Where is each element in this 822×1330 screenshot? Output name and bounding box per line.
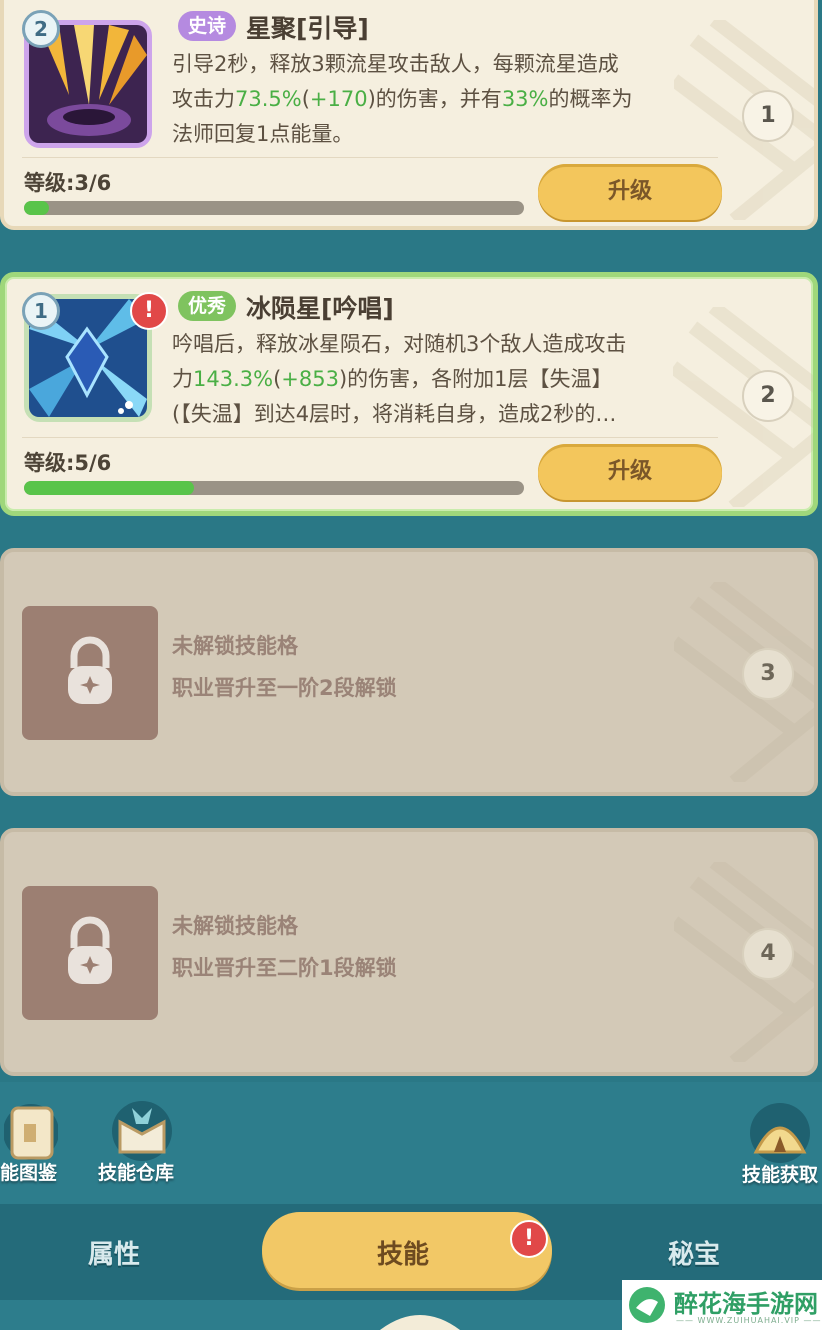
highlight-value: +853 bbox=[281, 367, 339, 391]
divider bbox=[22, 437, 718, 438]
tab-skills-label: 技能 bbox=[377, 1240, 430, 1270]
level-progress-fill bbox=[24, 481, 194, 495]
description-text: 的概率为 bbox=[548, 87, 633, 111]
level-progress-bar bbox=[24, 201, 524, 215]
lock-icon bbox=[68, 916, 112, 984]
skill-warehouse-button[interactable]: 技能仓库 bbox=[96, 1100, 192, 1190]
tab-treasure[interactable]: 秘宝 bbox=[668, 1234, 720, 1271]
skill-description: 吟唱后，释放冰星陨石，对随机3个敌人造成攻击 力143.3%(+853)的伤害，… bbox=[172, 327, 702, 432]
highlight-value: 33% bbox=[501, 87, 549, 111]
ornament-icon bbox=[380, 1315, 460, 1330]
highlight-value: +170 bbox=[309, 87, 368, 111]
level-label: 等级:3/6 bbox=[24, 171, 112, 195]
watermark-logo-icon bbox=[629, 1287, 665, 1323]
watermark-subtitle: —— WWW.ZUIHUAHAI.VIP —— bbox=[676, 1316, 822, 1325]
slot-number: 3 bbox=[742, 648, 794, 700]
slot-number: 4 bbox=[742, 928, 794, 980]
skill-order-badge: 2 bbox=[22, 10, 60, 48]
shortcut-label: 技能获取 bbox=[742, 1164, 819, 1186]
description-line: (【失温】到达4层时，将消耗自身，造成2秒的… bbox=[172, 402, 617, 426]
unlock-condition: 职业晋升至一阶2段解锁 bbox=[172, 676, 397, 700]
description-text: 力 bbox=[172, 367, 193, 391]
tent-icon bbox=[750, 1103, 810, 1163]
locked-slot-box bbox=[22, 886, 158, 1020]
highlight-value: 143.3% bbox=[193, 367, 274, 391]
locked-slot-box bbox=[22, 606, 158, 740]
level-progress-bar bbox=[24, 481, 524, 495]
tab-attributes[interactable]: 属性 bbox=[88, 1234, 140, 1271]
upgrade-button[interactable]: 升级 bbox=[538, 444, 722, 500]
locked-title: 未解锁技能格 bbox=[172, 634, 298, 658]
description-line: 吟唱后，释放冰星陨石，对随机3个敌人造成攻击 bbox=[172, 332, 627, 356]
rarity-badge: 优秀 bbox=[178, 291, 237, 321]
description-line: 引导2秒，释放3颗流星攻击敌人，每颗流星造成 bbox=[172, 52, 619, 76]
rarity-badge: 史诗 bbox=[178, 11, 237, 41]
skill-encyclopedia-button[interactable]: 能图鉴 bbox=[0, 1100, 80, 1190]
warehouse-icon bbox=[112, 1101, 172, 1161]
level-label: 等级:5/6 bbox=[24, 451, 112, 475]
description-text: 攻击力 bbox=[172, 87, 235, 111]
divider bbox=[22, 157, 718, 158]
skill-name: 冰陨星[吟唱] bbox=[246, 294, 394, 323]
description-line: 力143.3%(+853)的伤害，各附加1层【失温】 bbox=[172, 362, 702, 397]
skill-order-badge: 1 bbox=[22, 292, 60, 330]
shortcut-label: 能图鉴 bbox=[0, 1162, 58, 1184]
slot-number: 2 bbox=[742, 370, 794, 422]
skill-acquire-button[interactable]: 技能获取 bbox=[740, 1100, 822, 1190]
description-line: 法师回复1点能量。 bbox=[172, 122, 354, 146]
description-text: ( bbox=[301, 87, 310, 111]
tab-skills[interactable]: 技能 bbox=[262, 1212, 552, 1288]
watermark-title: 醉花海手游网 bbox=[674, 1290, 818, 1318]
book-icon bbox=[4, 1104, 58, 1160]
description-line: 攻击力73.5%(+170)的伤害，并有33%的概率为 bbox=[172, 82, 702, 117]
slot-number: 1 bbox=[742, 90, 794, 142]
skill-description: 引导2秒，释放3颗流星攻击敌人，每颗流星造成 攻击力73.5%(+170)的伤害… bbox=[172, 47, 702, 152]
description-text: )的伤害，并有 bbox=[367, 87, 502, 111]
locked-title: 未解锁技能格 bbox=[172, 914, 298, 938]
alert-icon: ! bbox=[510, 1220, 548, 1258]
upgrade-button[interactable]: 升级 bbox=[538, 164, 722, 220]
description-text: )的伤害，各附加1层【失温】 bbox=[338, 367, 613, 391]
unlock-condition: 职业晋升至二阶1段解锁 bbox=[172, 956, 397, 980]
highlight-value: 73.5% bbox=[235, 87, 302, 111]
skill-name: 星聚[引导] bbox=[246, 14, 369, 43]
shortcut-label: 技能仓库 bbox=[98, 1162, 175, 1184]
alert-icon: ! bbox=[130, 292, 168, 330]
level-progress-fill bbox=[24, 201, 49, 215]
lock-icon bbox=[68, 636, 112, 704]
watermark: 醉花海手游网 —— WWW.ZUIHUAHAI.VIP —— bbox=[622, 1280, 822, 1330]
